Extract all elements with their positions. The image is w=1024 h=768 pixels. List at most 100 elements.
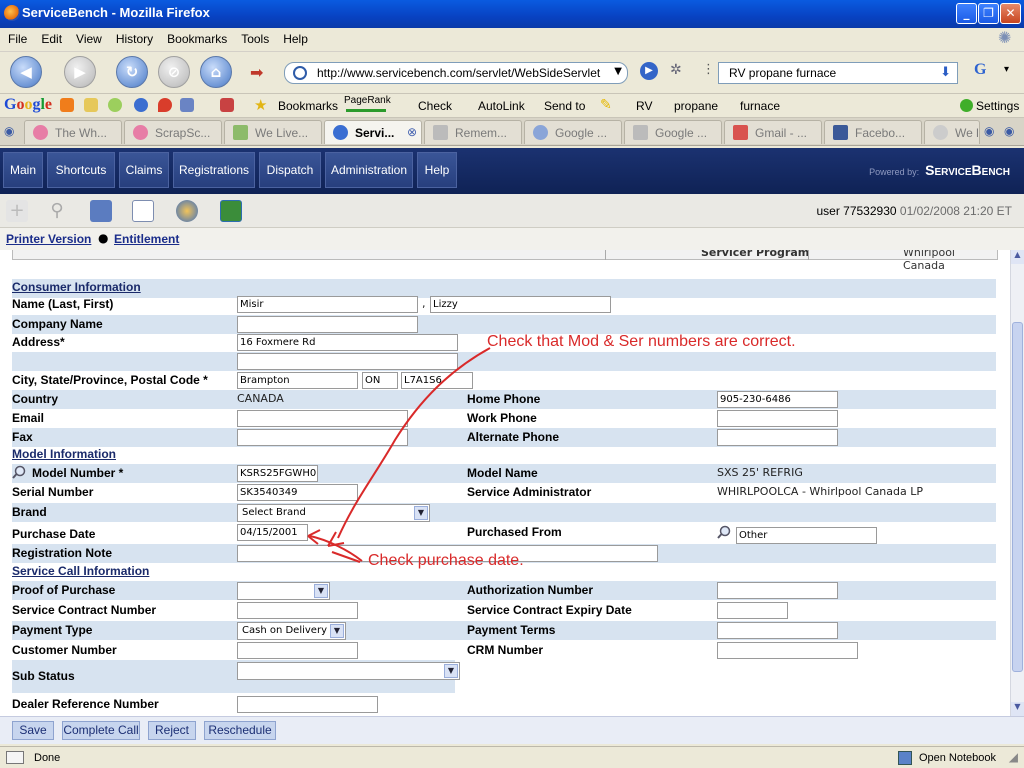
crm-input[interactable]	[717, 642, 858, 659]
scroll-up-icon[interactable]: ▲	[1011, 250, 1024, 264]
menu-history[interactable]: History	[116, 32, 153, 46]
nav-administration[interactable]: Administration	[325, 152, 413, 188]
tab-facebook[interactable]: Facebo...	[824, 120, 922, 144]
tab-close-icon[interactable]: ⊗	[407, 125, 417, 139]
bookmarks-button[interactable]: Bookmarks	[278, 99, 338, 113]
alt-phone-input[interactable]	[717, 429, 838, 446]
notebook-icon[interactable]	[84, 98, 98, 112]
customer-number-label: Customer Number	[12, 643, 117, 657]
nav-main[interactable]: Main	[3, 152, 43, 188]
minimize-button[interactable]: _	[956, 3, 977, 24]
auth-input[interactable]	[717, 582, 838, 599]
purchased-from-input[interactable]: Other	[736, 527, 877, 544]
contract-expiry-input[interactable]	[717, 602, 788, 619]
notebook-icon	[898, 751, 912, 765]
globe-user-icon[interactable]	[176, 200, 198, 222]
tab-2[interactable]: ScrapSc...	[124, 120, 222, 144]
close-button[interactable]: ✕	[1000, 3, 1021, 24]
back-button[interactable]: ◀	[10, 56, 42, 88]
send-arrow-icon[interactable]: ➡	[250, 63, 263, 82]
settings-button[interactable]: Settings	[976, 99, 1019, 113]
entitlement-link[interactable]: Entitlement	[114, 232, 179, 246]
earth-icon[interactable]	[134, 98, 148, 112]
tab-scroll-right-icon[interactable]: ◉	[984, 124, 994, 138]
company-input[interactable]	[237, 316, 418, 333]
add-icon[interactable]: +	[6, 200, 28, 222]
settings-icon[interactable]	[960, 99, 973, 112]
search-furnace-button[interactable]: furnace	[740, 99, 780, 113]
check-button[interactable]: Check	[418, 99, 452, 113]
nav-registrations[interactable]: Registrations	[173, 152, 255, 188]
home-phone-input[interactable]: 905-230-6486	[717, 391, 838, 408]
work-phone-input[interactable]	[717, 410, 838, 427]
search-dropdown-icon[interactable]: ▾	[1004, 64, 1009, 75]
purchase-date-input[interactable]: 04/15/2001	[237, 524, 308, 541]
go-button[interactable]: ▶	[640, 62, 658, 80]
maps-icon[interactable]	[158, 98, 172, 112]
tab-3[interactable]: We Live...	[224, 120, 322, 144]
tab-scroll-left-icon[interactable]: ◉	[4, 124, 14, 138]
tab-5[interactable]: Remem...	[424, 120, 522, 144]
mail-icon[interactable]	[220, 98, 234, 112]
home-button[interactable]: ⌂	[200, 56, 232, 88]
search-propane-button[interactable]: propane	[674, 99, 718, 113]
complete-call-button[interactable]: Complete Call	[62, 721, 140, 740]
tab-6[interactable]: Google ...	[524, 120, 622, 144]
dealer-lookup-icon[interactable]	[717, 525, 731, 539]
google-search-icon[interactable]: G	[974, 61, 986, 79]
menu-help[interactable]: Help	[283, 32, 308, 46]
search-rv-button[interactable]: RV	[636, 99, 652, 113]
reschedule-button[interactable]: Reschedule	[204, 721, 276, 740]
nav-dispatch[interactable]: Dispatch	[259, 152, 321, 188]
print-icon[interactable]	[90, 200, 112, 222]
tab-gmail[interactable]: Gmail - ...	[724, 120, 822, 144]
menu-view[interactable]: View	[76, 32, 102, 46]
stop-button[interactable]: ⊘	[158, 56, 190, 88]
payment-terms-input[interactable]	[717, 622, 838, 639]
maximize-button[interactable]: ❐	[978, 3, 999, 24]
nav-help[interactable]: Help	[417, 152, 457, 188]
tab-10[interactable]: We l	[924, 120, 980, 144]
calendar-icon[interactable]	[180, 98, 194, 112]
scroll-down-icon[interactable]: ▼	[1011, 702, 1024, 716]
tab-list-icon[interactable]: ◉	[1004, 124, 1014, 138]
copy-icon[interactable]	[132, 200, 154, 222]
url-dropdown-icon[interactable]: ▼	[614, 66, 622, 77]
picasa-icon[interactable]	[108, 98, 122, 112]
save-button[interactable]: Save	[12, 721, 54, 740]
reload-button[interactable]: ↻	[116, 56, 148, 88]
last-name-input[interactable]: Misir	[237, 296, 418, 313]
url-bar[interactable]: http://www.servicebench.com/servlet/WebS…	[284, 62, 628, 84]
autolink-button[interactable]: AutoLink	[478, 99, 525, 113]
nav-shortcuts[interactable]: Shortcuts	[47, 152, 115, 188]
forward-button[interactable]: ▶	[64, 56, 96, 88]
blogger-icon[interactable]	[60, 98, 74, 112]
search-icon[interactable]: ⚲	[46, 200, 68, 222]
first-name-input[interactable]: Lizzy	[430, 296, 611, 313]
scroll-thumb[interactable]	[1012, 322, 1023, 672]
form-scrollbar[interactable]: ▲ ▼	[1010, 250, 1024, 716]
highlight-icon[interactable]: ✎	[600, 97, 612, 113]
star-icon[interactable]: ★	[254, 96, 267, 114]
export-icon[interactable]	[220, 200, 242, 222]
tab-7[interactable]: Google ...	[624, 120, 722, 144]
row-model: Model Number * KSRS25FGWH03 Model Name S…	[12, 464, 996, 483]
search-go-icon[interactable]: ⬇	[940, 65, 951, 80]
dealer-ref-input[interactable]	[237, 696, 378, 713]
google-logo[interactable]: Google	[4, 96, 52, 114]
printer-version-link[interactable]: Printer Version	[6, 232, 91, 246]
plugin-icon[interactable]: ✲	[670, 62, 682, 78]
menu-file[interactable]: File	[8, 32, 27, 46]
menu-bookmarks[interactable]: Bookmarks	[167, 32, 227, 46]
search-engine-icon[interactable]: ⋮	[702, 62, 715, 77]
menu-edit[interactable]: Edit	[41, 32, 62, 46]
model-lookup-icon[interactable]	[12, 465, 26, 479]
open-notebook-link[interactable]: Open Notebook	[919, 752, 996, 764]
sendto-button[interactable]: Send to	[544, 99, 585, 113]
tab-servicebench[interactable]: Servi... ⊗	[324, 120, 422, 144]
tab-1[interactable]: The Wh...	[24, 120, 122, 144]
search-input[interactable]: RV propane furnace ⬇	[718, 62, 958, 84]
nav-claims[interactable]: Claims	[119, 152, 169, 188]
reject-button[interactable]: Reject	[148, 721, 196, 740]
menu-tools[interactable]: Tools	[241, 32, 269, 46]
